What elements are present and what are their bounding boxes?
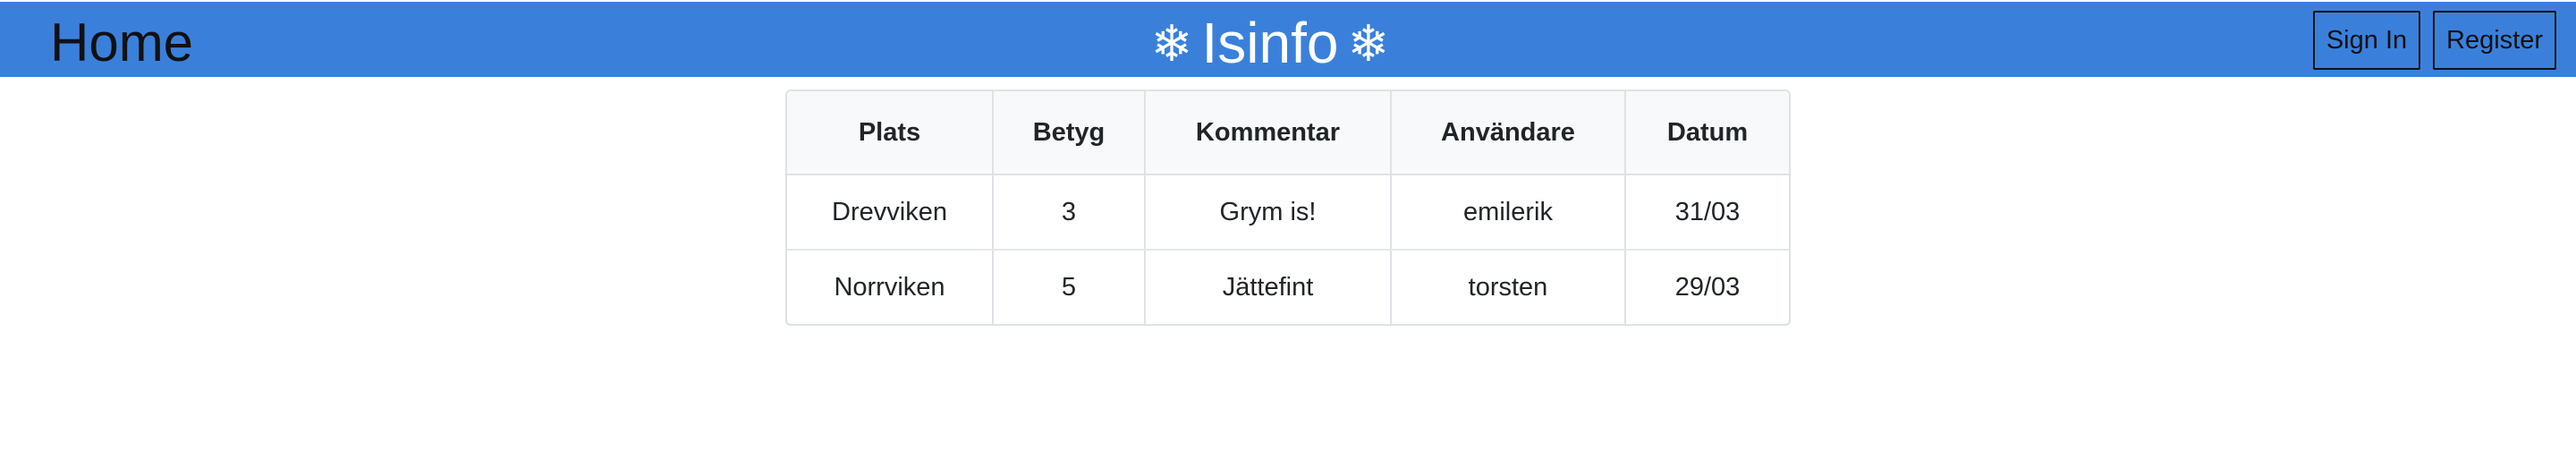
cell-anvandare: emilerik [1391,174,1626,251]
cell-plats: Drevviken [787,174,994,251]
snowflake-icon: ❄ [1150,15,1193,73]
table-row: Norrviken 5 Jättefint torsten 29/03 [787,250,1789,324]
table-header-row: Plats Betyg Kommentar Användare Datum [787,91,1789,175]
ratings-table-container: Plats Betyg Kommentar Användare Datum Dr… [785,89,1791,326]
column-header-anvandare: Användare [1391,91,1626,175]
cell-kommentar: Grym is! [1145,174,1392,251]
snowflake-icon: ❄ [1347,15,1390,73]
cell-anvandare: torsten [1391,250,1626,324]
cell-kommentar: Jättefint [1145,250,1392,324]
register-button[interactable]: Register [2433,11,2556,70]
cell-betyg: 3 [993,174,1146,251]
navbar: Home ❄ Isinfo ❄ Sign In Register [0,2,2576,77]
column-header-kommentar: Kommentar [1145,91,1392,175]
table-row: Drevviken 3 Grym is! emilerik 31/03 [787,174,1789,251]
cell-betyg: 5 [993,250,1146,324]
cell-plats: Norrviken [787,250,994,324]
brand-title: Isinfo [1201,11,1339,75]
column-header-betyg: Betyg [993,91,1146,175]
cell-datum: 29/03 [1674,272,1741,302]
cell-datum: 31/03 [1625,174,1789,251]
ratings-table: Plats Betyg Kommentar Användare Datum Dr… [787,91,1789,324]
column-header-plats: Plats [787,91,994,175]
brand: ❄ Isinfo ❄ [0,9,2540,79]
sign-in-button[interactable]: Sign In [2313,11,2420,70]
column-header-datum: Datum [1625,91,1789,175]
